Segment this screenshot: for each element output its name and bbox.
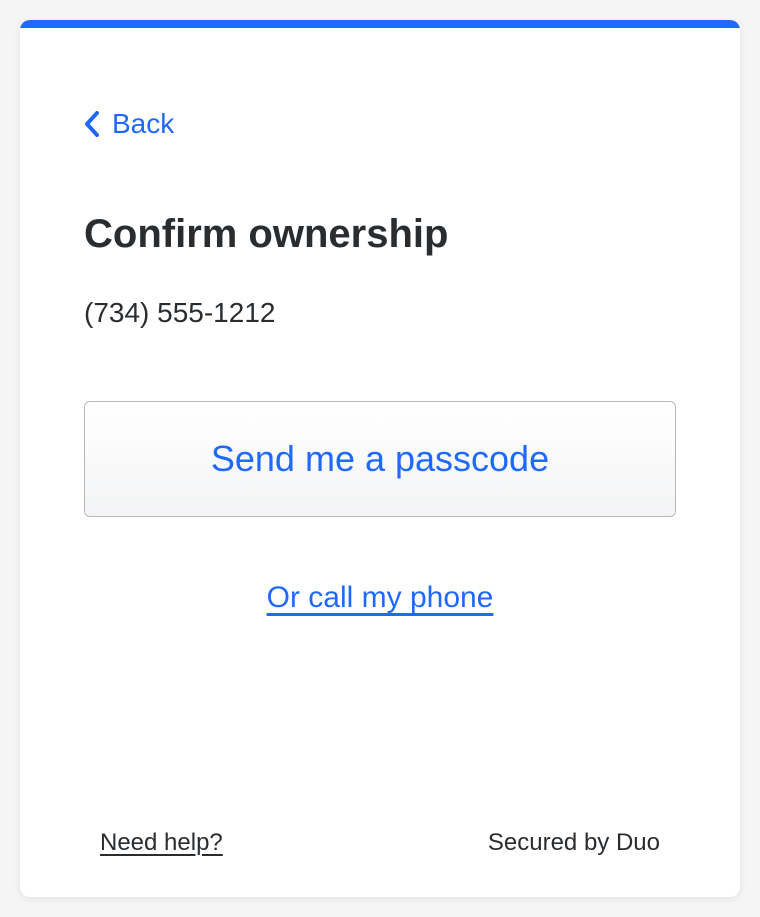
back-button[interactable]: Back	[84, 108, 174, 140]
dialog-card: Back Confirm ownership (734) 555-1212 Se…	[20, 20, 740, 897]
footer: Need help? Secured by Duo	[20, 829, 740, 897]
call-phone-link[interactable]: Or call my phone	[267, 581, 494, 615]
chevron-left-icon	[84, 111, 100, 137]
back-label: Back	[112, 108, 174, 140]
content-area: Back Confirm ownership (734) 555-1212 Se…	[20, 28, 740, 829]
secured-by-label: Secured by Duo	[488, 829, 660, 857]
send-passcode-button[interactable]: Send me a passcode	[84, 401, 676, 517]
accent-bar	[20, 20, 740, 28]
page-title: Confirm ownership	[84, 212, 676, 257]
help-link[interactable]: Need help?	[100, 829, 223, 857]
phone-number: (734) 555-1212	[84, 297, 676, 329]
